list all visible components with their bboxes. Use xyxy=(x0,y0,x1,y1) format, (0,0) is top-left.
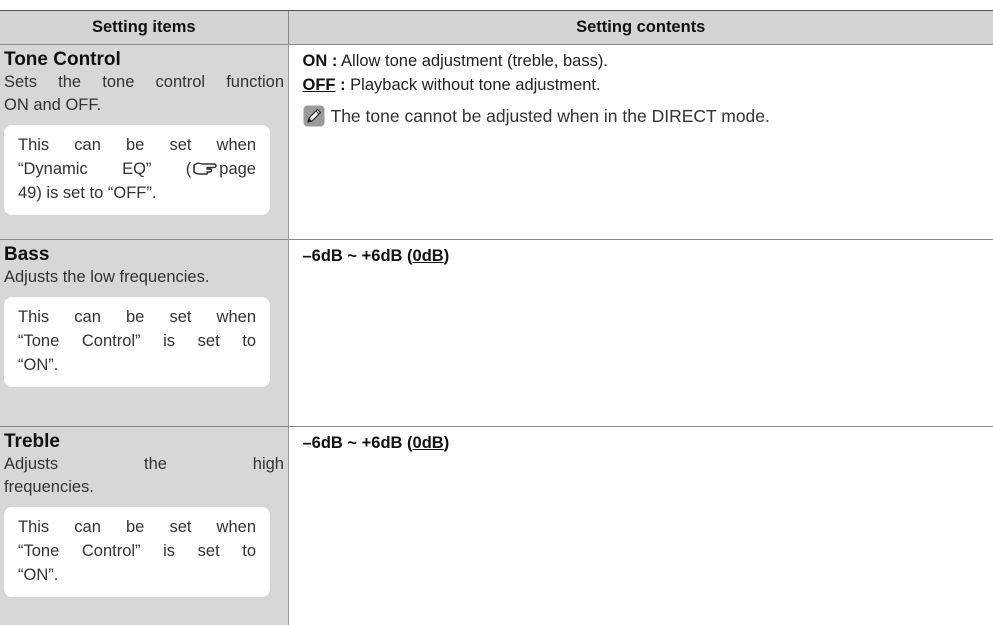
item-desc-line: ON and OFF. xyxy=(4,94,284,117)
note-line: “ON”. xyxy=(18,353,256,377)
note-line: This can be set when xyxy=(18,515,256,539)
note-text: page xyxy=(219,160,256,178)
option-on: ON : Allow tone adjustment (treble, bass… xyxy=(303,49,993,73)
pointing-hand-icon xyxy=(193,159,217,175)
item-title: Treble xyxy=(4,431,288,453)
range-suffix: ) xyxy=(444,434,450,452)
note-line: 49) is set to “OFF”. xyxy=(18,181,256,205)
range-default: 0dB xyxy=(413,247,444,265)
item-cell-bass: Bass Adjusts the low frequencies. This c… xyxy=(0,240,288,427)
item-desc-line: Adjusts the high xyxy=(4,453,284,476)
item-desc-line: frequencies. xyxy=(4,476,284,499)
condition-note: This can be set when “Tone Control” is s… xyxy=(4,507,270,597)
option-on-key: ON : xyxy=(303,52,338,70)
item-desc-line: Adjusts the low frequencies. xyxy=(4,266,284,289)
note-line: This can be set when xyxy=(18,133,256,157)
table-row-treble: Treble Adjusts the high frequencies. Thi… xyxy=(0,427,993,625)
table-row-bass: Bass Adjusts the low frequencies. This c… xyxy=(0,240,993,427)
option-off-text: Playback without tone adjustment. xyxy=(346,76,601,94)
bass-range: –6dB ~ +6dB (0dB) xyxy=(303,244,993,268)
content-cell-treble: –6dB ~ +6dB (0dB) xyxy=(288,427,993,625)
item-title: Tone Control xyxy=(4,49,288,71)
memo-hint-text: The tone cannot be adjusted when in the … xyxy=(331,103,770,129)
treble-range: –6dB ~ +6dB (0dB) xyxy=(303,431,993,455)
option-off: OFF : Playback without tone adjustment. xyxy=(303,73,993,97)
memo-hint: The tone cannot be adjusted when in the … xyxy=(303,103,993,129)
option-on-text: Allow tone adjustment (treble, bass). xyxy=(337,52,608,70)
condition-note: This can be set when “Tone Control” is s… xyxy=(4,297,270,387)
note-line: “Tone Control” is set to xyxy=(18,539,256,563)
content-cell-tone-control: ON : Allow tone adjustment (treble, bass… xyxy=(288,45,993,240)
range-suffix: ) xyxy=(444,247,450,265)
note-line: This can be set when xyxy=(18,305,256,329)
range-default: 0dB xyxy=(413,434,444,452)
header-setting-contents: Setting contents xyxy=(288,11,993,45)
note-line: “Tone Control” is set to xyxy=(18,329,256,353)
table-row-tone-control: Tone Control Sets the tone control funct… xyxy=(0,45,993,240)
item-title: Bass xyxy=(4,244,288,266)
settings-table: Setting items Setting contents Tone Cont… xyxy=(0,10,993,625)
settings-page: Setting items Setting contents Tone Cont… xyxy=(0,0,993,624)
option-off-colon: : xyxy=(336,76,346,94)
pencil-memo-icon xyxy=(303,105,325,127)
range-prefix: –6dB ~ +6dB ( xyxy=(303,434,413,452)
range-prefix: –6dB ~ +6dB ( xyxy=(303,247,413,265)
note-line: “Dynamic EQ” ( page xyxy=(18,157,256,181)
condition-note: This can be set when “Dynamic EQ” (page … xyxy=(4,125,270,215)
table-header-row: Setting items Setting contents xyxy=(0,11,993,45)
header-setting-items: Setting items xyxy=(0,11,288,45)
content-cell-bass: –6dB ~ +6dB (0dB) xyxy=(288,240,993,427)
note-text: “Dynamic EQ” ( xyxy=(18,160,191,178)
item-cell-treble: Treble Adjusts the high frequencies. Thi… xyxy=(0,427,288,625)
option-off-key: OFF xyxy=(303,76,336,94)
note-line: “ON”. xyxy=(18,563,256,587)
item-cell-tone-control: Tone Control Sets the tone control funct… xyxy=(0,45,288,240)
item-desc-line: Sets the tone control function xyxy=(4,71,284,94)
